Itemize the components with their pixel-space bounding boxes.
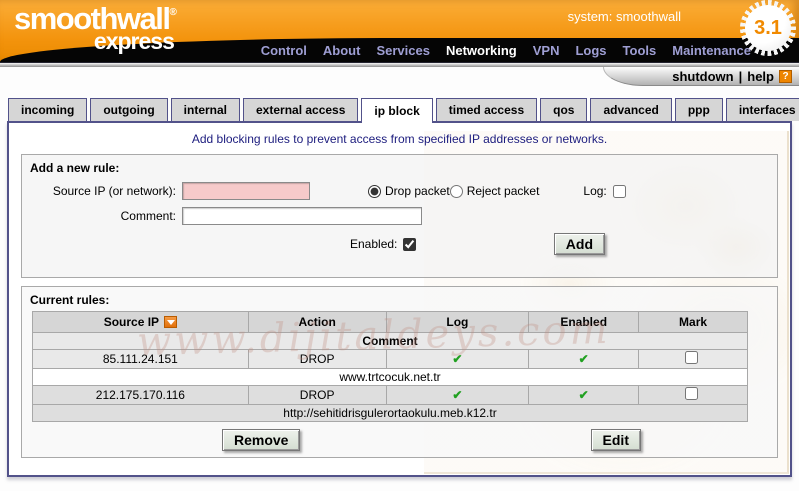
page-root: smoothwall® express system: smoothwall C…	[0, 0, 799, 477]
action-radio-group: Drop packet Reject packet Log:	[368, 184, 630, 198]
tab-advanced[interactable]: advanced	[590, 98, 672, 121]
rules-header-row: Source IP Action Log Enabled Mark	[32, 311, 748, 333]
tab-ip-block[interactable]: ip block	[361, 98, 433, 123]
link-separator: |	[738, 68, 743, 84]
column-source-ip[interactable]: Source IP	[32, 311, 249, 333]
nav-item-networking[interactable]: Networking	[446, 43, 517, 58]
comment-header-label: Comment	[32, 332, 748, 350]
enabled-check-icon: ✔	[528, 385, 640, 405]
tab-external-access[interactable]: external access	[243, 98, 359, 121]
remove-button[interactable]: Remove	[222, 429, 301, 451]
nav-item-logs[interactable]: Logs	[575, 43, 606, 58]
current-rules-title: Current rules:	[30, 293, 110, 307]
system-label: system: smoothwall	[567, 9, 681, 24]
source-ip-label: Source IP (or network):	[52, 184, 176, 198]
log-check-icon: ✔	[385, 349, 530, 369]
column-mark[interactable]: Mark	[638, 311, 748, 333]
column-log[interactable]: Log	[385, 311, 530, 333]
nav-item-tools[interactable]: Tools	[623, 43, 657, 58]
rule-mark-cell	[638, 385, 748, 405]
rule-mark-cell	[638, 349, 748, 369]
page-description: Add blocking rules to prevent access fro…	[191, 132, 608, 146]
tab-bar: incoming outgoing internal external acce…	[8, 98, 799, 123]
rule-source-ip: 212.175.170.116	[32, 385, 249, 405]
nav-item-about[interactable]: About	[323, 43, 361, 58]
tab-interfaces[interactable]: interfaces	[725, 98, 799, 121]
rule-comment: www.trtcocuk.net.tr	[32, 368, 748, 386]
comment-header-row: Comment	[32, 332, 748, 350]
add-rule-title: Add a new rule:	[30, 161, 120, 175]
column-action[interactable]: Action	[247, 311, 387, 333]
enabled-label: Enabled:	[350, 237, 398, 251]
rule-row: 85.111.24.151 DROP ✔ ✔	[32, 349, 748, 369]
reject-packet-label: Reject packet	[466, 184, 540, 198]
log-label: Log:	[583, 184, 607, 198]
sort-desc-icon[interactable]	[164, 316, 178, 328]
tab-qos[interactable]: qos	[540, 98, 588, 121]
current-rules-section: Current rules: www.dijitaldeys.com Sourc…	[21, 286, 778, 458]
help-icon[interactable]: ?	[779, 69, 792, 83]
version-number: 3.1	[745, 5, 791, 51]
rule-comment-row: http://sehitidrisgulerortaokulu.meb.k12.…	[32, 404, 748, 422]
version-badge: 3.1	[740, 0, 796, 56]
log-checkbox[interactable]	[612, 184, 626, 198]
tab-outgoing[interactable]: outgoing	[90, 98, 168, 121]
add-button[interactable]: Add	[553, 233, 605, 255]
tab-ppp[interactable]: ppp	[674, 98, 723, 121]
reject-packet-radio[interactable]	[449, 184, 463, 198]
rule-comment-row: www.trtcocuk.net.tr	[32, 368, 748, 386]
source-ip-row: Source IP (or network): Drop packet Reje…	[30, 182, 769, 200]
table-actions: Remove Edit	[30, 429, 769, 451]
shutdown-help-bar: shutdown | help ?	[603, 67, 799, 86]
add-rule-section: Add a new rule: Source IP (or network): …	[21, 154, 778, 278]
header: smoothwall® express system: smoothwall C…	[0, 0, 799, 62]
tab-internal[interactable]: internal	[170, 98, 240, 121]
column-enabled[interactable]: Enabled	[528, 311, 640, 333]
nav-item-control[interactable]: Control	[261, 43, 307, 58]
rule-source-ip: 85.111.24.151	[32, 349, 249, 369]
registered-mark: ®	[169, 7, 177, 18]
smoothwall-logo: smoothwall® express	[14, 3, 177, 53]
mark-checkbox[interactable]	[684, 387, 698, 400]
rule-action: DROP	[247, 349, 387, 369]
enabled-checkbox[interactable]	[403, 237, 417, 251]
log-check-icon: ✔	[385, 385, 530, 405]
shutdown-link[interactable]: shutdown	[672, 69, 733, 84]
rule-action: DROP	[247, 385, 387, 405]
rule-row: 212.175.170.116 DROP ✔ ✔	[32, 385, 748, 405]
drop-packet-radio[interactable]	[368, 184, 381, 198]
enabled-check-icon: ✔	[528, 349, 640, 369]
drop-packet-label: Drop packet	[385, 184, 450, 198]
comment-input[interactable]	[182, 207, 422, 225]
source-ip-input[interactable]	[182, 182, 310, 200]
mark-checkbox[interactable]	[684, 351, 698, 364]
edit-button[interactable]: Edit	[590, 429, 641, 451]
comment-row: Comment:	[30, 207, 769, 225]
nav-item-services[interactable]: Services	[376, 43, 430, 58]
comment-label: Comment:	[120, 209, 176, 223]
rule-comment: http://sehitidrisgulerortaokulu.meb.k12.…	[32, 404, 748, 422]
nav-item-vpn[interactable]: VPN	[533, 43, 560, 58]
tab-incoming[interactable]: incoming	[8, 98, 88, 121]
tab-timed-access[interactable]: timed access	[435, 98, 538, 121]
rules-table: Source IP Action Log Enabled Mark Commen…	[32, 311, 748, 422]
help-link[interactable]: help	[747, 69, 774, 84]
content-panel: Add blocking rules to prevent access fro…	[7, 121, 792, 477]
